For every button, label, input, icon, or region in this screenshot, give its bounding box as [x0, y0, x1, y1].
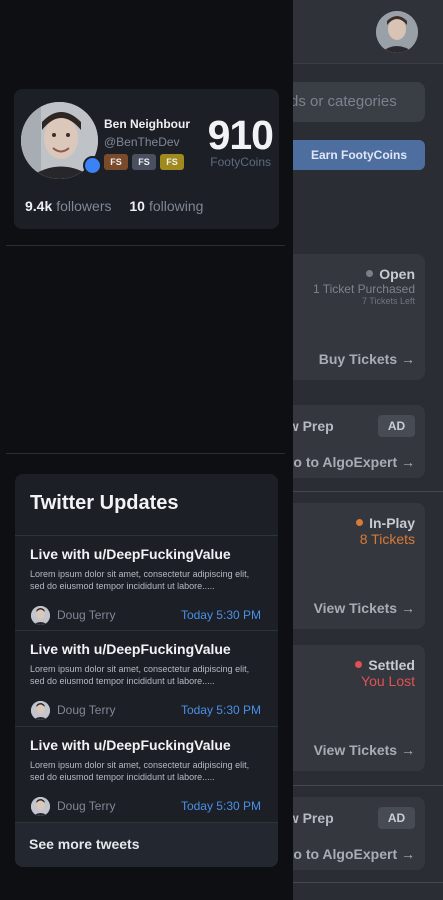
footycoins-count: 910 [207, 112, 274, 158]
badge-list: FS FS FS [104, 154, 184, 170]
tweet-item[interactable]: Live with u/DeepFuckingValue Lorem ipsum… [15, 535, 278, 631]
tweet-title: Live with u/DeepFuckingValue [30, 546, 231, 562]
tweet-author[interactable]: Doug Terry [57, 799, 115, 813]
following-label: following [148, 198, 204, 214]
view-tickets-link[interactable]: View Tickets → [314, 742, 415, 758]
follow-stats: 9.4k followers 10 following [25, 198, 203, 214]
status-dot-icon [355, 660, 363, 668]
see-more-label: See more tweets [29, 836, 140, 852]
tweet-body: Lorem ipsum dolor sit amet, consectetur … [30, 664, 250, 686]
following-link[interactable]: 10 following [129, 198, 203, 214]
see-more-tweets-button[interactable]: See more tweets [15, 822, 278, 867]
followers-label: followers [56, 198, 112, 214]
twitter-updates-panel: Twitter Updates Live with u/DeepFuckingV… [15, 474, 278, 867]
panel-title: Twitter Updates [30, 492, 179, 514]
ticket-card[interactable]: Settled You Lost View Tickets → [270, 645, 425, 771]
ticket-sub: 1 Ticket Purchased [312, 282, 415, 296]
online-status-icon [83, 156, 102, 175]
divider [6, 245, 285, 246]
divider [270, 882, 443, 883]
ad-link[interactable]: o to AlgoExpert → [293, 846, 415, 862]
tweet-title: Live with u/DeepFuckingValue [30, 641, 231, 657]
search-input[interactable]: ds or categories [270, 82, 425, 122]
status-dot-icon [356, 518, 364, 526]
tweet-item[interactable]: Live with u/DeepFuckingValue Lorem ipsum… [15, 726, 278, 822]
status-label: Open [366, 266, 415, 282]
tweet-time: Today 5:30 PM [180, 608, 261, 622]
view-tickets-link[interactable]: View Tickets → [314, 600, 415, 616]
profile-card: Ben Neighbour @BenTheDev FS FS FS 910 Fo… [14, 89, 279, 229]
followers-link[interactable]: 9.4k followers [25, 198, 115, 214]
divider [270, 785, 443, 786]
tweet-body: Lorem ipsum dolor sit amet, consectetur … [30, 760, 250, 782]
user-photo-icon [31, 797, 50, 816]
profile-handle[interactable]: @BenTheDev [104, 135, 180, 149]
author-avatar [31, 701, 50, 720]
ad-badge: AD [378, 415, 415, 437]
author-avatar [31, 797, 50, 816]
followers-count: 9.4k [25, 198, 53, 214]
tweet-item[interactable]: Live with u/DeepFuckingValue Lorem ipsum… [15, 630, 278, 726]
ticket-card[interactable]: Open 1 Ticket Purchased 7 Tickets Left B… [270, 254, 425, 380]
profile-name: Ben Neighbour [104, 117, 190, 131]
tweet-author[interactable]: Doug Terry [57, 703, 115, 717]
ticket-sub: You Lost [361, 673, 415, 689]
status-dot-icon [366, 269, 374, 277]
ad-badge: AD [378, 807, 415, 829]
header-avatar[interactable] [376, 11, 418, 53]
ad-link[interactable]: o to AlgoExpert → [293, 454, 415, 470]
user-photo-icon [31, 701, 50, 720]
status-label: In-Play [356, 515, 415, 531]
author-avatar [31, 606, 50, 625]
fs-badge: FS [104, 154, 128, 170]
ticket-card[interactable]: In-Play 8 Tickets View Tickets → [270, 503, 425, 629]
fs-badge: FS [132, 154, 156, 170]
ticket-sub: 8 Tickets [359, 531, 415, 547]
divider [6, 453, 285, 454]
ad-card[interactable]: ew Prep AD o to AlgoExpert → [270, 405, 425, 478]
fs-badge: FS [160, 154, 184, 170]
divider [270, 491, 443, 492]
footycoins-label: FootyCoins [210, 155, 271, 169]
tweet-body: Lorem ipsum dolor sit amet, consectetur … [30, 569, 250, 591]
tickets-left: 7 Tickets Left [361, 296, 415, 306]
ad-card[interactable]: ew Prep AD o to AlgoExpert → [270, 797, 425, 870]
following-count: 10 [129, 198, 145, 214]
user-photo-icon [31, 606, 50, 625]
tweet-title: Live with u/DeepFuckingValue [30, 737, 231, 753]
side-drawer: Ben Neighbour @BenTheDev FS FS FS 910 Fo… [0, 0, 293, 900]
buy-tickets-link[interactable]: Buy Tickets → [319, 351, 415, 367]
status-label: Settled [355, 657, 415, 673]
tweet-time: Today 5:30 PM [180, 799, 261, 813]
user-photo-icon [376, 11, 418, 53]
profile-avatar[interactable] [21, 102, 102, 179]
tweet-time: Today 5:30 PM [180, 703, 261, 717]
earn-footycoins-button[interactable]: Earn FootyCoins [270, 140, 425, 170]
tweet-author[interactable]: Doug Terry [57, 608, 115, 622]
